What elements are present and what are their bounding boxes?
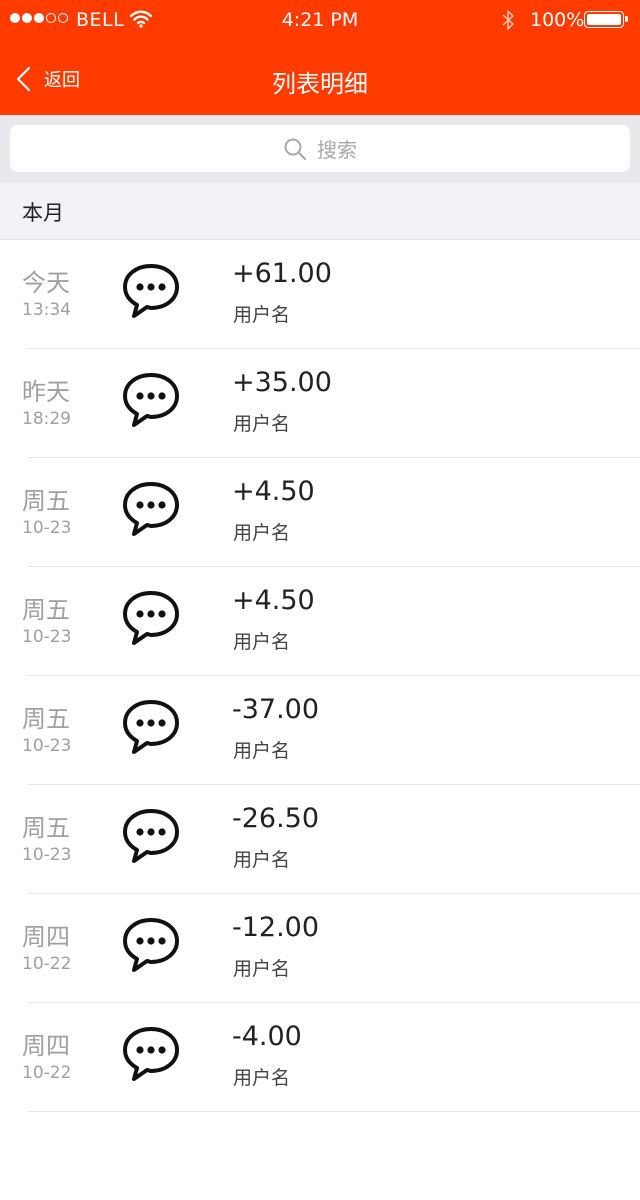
row-username: 用户名 <box>233 413 291 435</box>
chat-bubble-icon <box>123 591 179 645</box>
row-date: 10-22 <box>22 954 72 974</box>
list-item[interactable]: 周四 10-22 -12.00 用户名 <box>0 894 640 1003</box>
chat-bubble-icon <box>123 918 179 972</box>
search-placeholder: 搜索 <box>317 138 357 162</box>
row-username: 用户名 <box>233 304 291 326</box>
row-day: 今天 <box>22 269 70 297</box>
row-day: 周五 <box>22 487 70 515</box>
chat-bubble-icon <box>123 373 179 427</box>
search-bar-container: 搜索 <box>0 115 640 183</box>
row-amount: +35.00 <box>232 367 332 398</box>
status-bar: BELL 4:21 PM 100% <box>0 0 640 40</box>
chat-bubble-icon <box>123 482 179 536</box>
list-item[interactable]: 周四 10-22 -4.00 用户名 <box>0 1003 640 1112</box>
row-amount: -26.50 <box>232 803 320 834</box>
row-day: 周五 <box>22 705 70 733</box>
row-username: 用户名 <box>233 1067 291 1089</box>
transaction-list: 今天 13:34 +61.00 用户名 昨天 18:29 +35.00 用户名 … <box>0 240 640 1112</box>
row-date: 13:34 <box>22 300 71 320</box>
row-day: 周四 <box>22 1032 70 1060</box>
row-date: 10-22 <box>22 1063 72 1083</box>
list-item[interactable]: 周五 10-23 +4.50 用户名 <box>0 567 640 676</box>
row-date: 10-23 <box>22 845 72 865</box>
row-date: 10-23 <box>22 627 72 647</box>
list-item[interactable]: 周五 10-23 -37.00 用户名 <box>0 676 640 785</box>
chat-bubble-icon <box>123 809 179 863</box>
list-item[interactable]: 周五 10-23 -26.50 用户名 <box>0 785 640 894</box>
battery-icon <box>584 11 628 28</box>
row-day: 周五 <box>22 596 70 624</box>
row-username: 用户名 <box>233 849 291 871</box>
list-item[interactable]: 周五 10-23 +4.50 用户名 <box>0 458 640 567</box>
row-username: 用户名 <box>233 958 291 980</box>
back-button[interactable]: 返回 <box>14 62 80 96</box>
row-amount: +61.00 <box>232 258 332 289</box>
row-date: 10-23 <box>22 518 72 538</box>
row-username: 用户名 <box>233 522 291 544</box>
row-date: 18:29 <box>22 409 71 429</box>
row-day: 周五 <box>22 814 70 842</box>
search-input[interactable]: 搜索 <box>10 125 630 172</box>
row-amount: +4.50 <box>232 476 315 507</box>
row-amount: -37.00 <box>232 694 320 725</box>
nav-header: BELL 4:21 PM 100% 返回 列表明细 <box>0 0 640 115</box>
search-icon <box>284 138 307 160</box>
row-amount: -4.00 <box>232 1021 302 1052</box>
page-title: 列表明细 <box>272 70 368 98</box>
chat-bubble-icon <box>123 700 179 754</box>
battery-percent: 100% <box>530 9 585 31</box>
list-item[interactable]: 今天 13:34 +61.00 用户名 <box>0 240 640 349</box>
bluetooth-icon <box>502 10 514 30</box>
row-date: 10-23 <box>22 736 72 756</box>
row-day: 昨天 <box>22 378 70 406</box>
row-username: 用户名 <box>233 631 291 653</box>
row-amount: +4.50 <box>232 585 315 616</box>
chat-bubble-icon <box>123 264 179 318</box>
row-amount: -12.00 <box>232 912 320 943</box>
chat-bubble-icon <box>123 1027 179 1081</box>
section-title: 本月 <box>22 201 64 225</box>
section-header: 本月 <box>0 183 640 240</box>
row-username: 用户名 <box>233 740 291 762</box>
list-item[interactable]: 昨天 18:29 +35.00 用户名 <box>0 349 640 458</box>
chevron-left-icon <box>16 66 31 92</box>
back-label: 返回 <box>44 70 80 91</box>
row-day: 周四 <box>22 923 70 951</box>
